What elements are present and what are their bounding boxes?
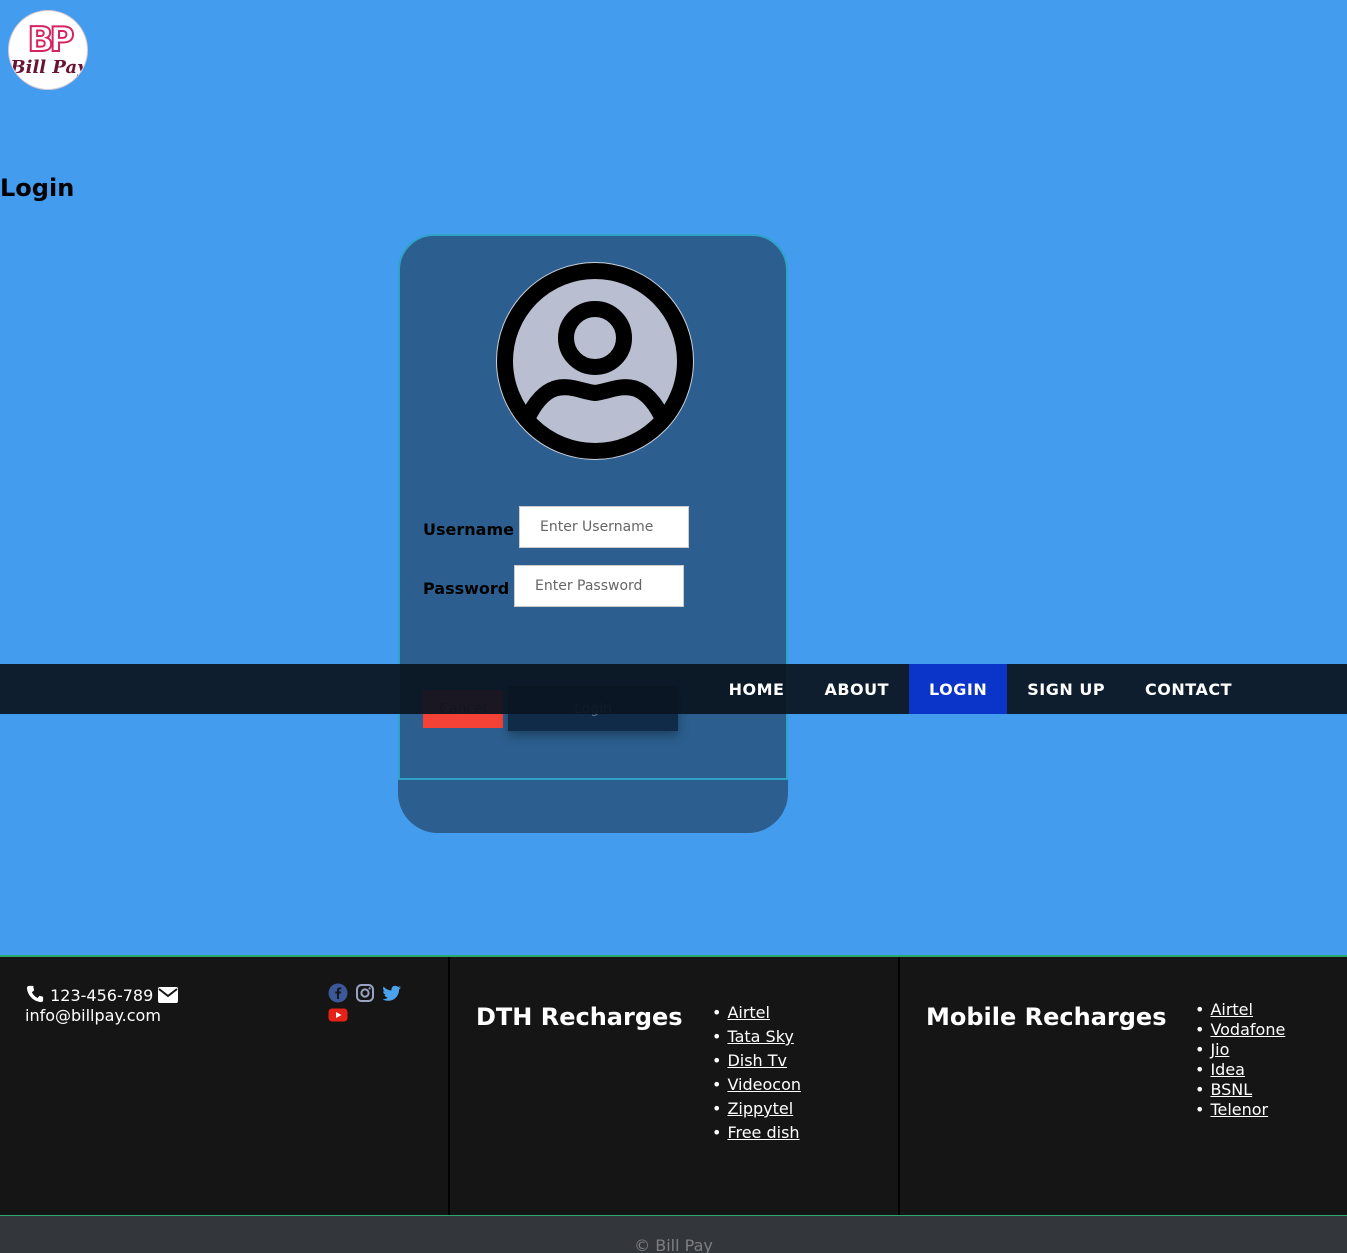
footer-dth-column: DTH Recharges Airtel Tata Sky Dish Tv Vi…	[450, 957, 900, 1215]
dth-link-tata-sky[interactable]: Tata Sky	[727, 1027, 793, 1046]
password-input[interactable]	[514, 565, 684, 607]
youtube-icon[interactable]	[328, 1005, 348, 1025]
social-links	[328, 983, 408, 1025]
nav-contact[interactable]: CONTACT	[1125, 664, 1252, 714]
footer-contact-column: 123-456-789 info@billpay.com	[0, 957, 450, 1215]
svg-text:BP: BP	[28, 20, 74, 60]
dth-link-dish-tv[interactable]: Dish Tv	[727, 1051, 787, 1070]
list-item: Airtel	[1195, 1000, 1285, 1020]
list-item: Zippytel	[712, 1097, 801, 1121]
password-label: Password	[423, 579, 510, 598]
list-item: Jio	[1195, 1040, 1285, 1060]
main-navbar: HOME ABOUT LOGIN SIGN UP CONTACT	[0, 664, 1347, 714]
contact-info: 123-456-789 info@billpay.com	[25, 985, 225, 1026]
facebook-icon[interactable]	[328, 983, 348, 1003]
phone-number: 123-456-789	[50, 986, 154, 1005]
list-item: Dish Tv	[712, 1049, 801, 1073]
mobile-links: Airtel Vodafone Jio Idea BSNL Telenor	[1195, 1000, 1285, 1120]
instagram-icon[interactable]	[355, 983, 375, 1003]
login-card-footer	[398, 780, 788, 833]
page-title: Login	[0, 174, 75, 202]
dth-link-videocon[interactable]: Videocon	[727, 1075, 801, 1094]
mobile-link-vodafone[interactable]: Vodafone	[1210, 1020, 1285, 1039]
username-label: Username	[423, 520, 514, 539]
list-item: Vodafone	[1195, 1020, 1285, 1040]
user-avatar-icon	[495, 261, 695, 461]
nav-sign-up[interactable]: SIGN UP	[1007, 664, 1125, 714]
footer: 123-456-789 info@billpay.com DTH Recharg…	[0, 955, 1347, 1215]
list-item: Tata Sky	[712, 1025, 801, 1049]
nav-home[interactable]: HOME	[709, 664, 805, 714]
email-address: info@billpay.com	[25, 1006, 161, 1025]
mobile-heading: Mobile Recharges	[926, 1003, 1167, 1031]
mobile-link-airtel[interactable]: Airtel	[1210, 1000, 1253, 1019]
mobile-link-telenor[interactable]: Telenor	[1210, 1100, 1268, 1119]
copyright: © Bill Pay	[0, 1215, 1347, 1253]
mobile-link-jio[interactable]: Jio	[1210, 1040, 1229, 1059]
list-item: Airtel	[712, 1001, 801, 1025]
username-input[interactable]	[519, 506, 689, 548]
dth-links: Airtel Tata Sky Dish Tv Videocon Zippyte…	[712, 1001, 801, 1145]
dth-link-zippytel[interactable]: Zippytel	[727, 1099, 793, 1118]
phone-icon	[25, 985, 50, 1005]
twitter-icon[interactable]	[382, 983, 402, 1003]
email-icon	[158, 986, 179, 1005]
mobile-link-idea[interactable]: Idea	[1210, 1060, 1245, 1079]
footer-mobile-column: Mobile Recharges Airtel Vodafone Jio Ide…	[900, 957, 1347, 1215]
dth-heading: DTH Recharges	[476, 1003, 683, 1031]
bill-pay-logo[interactable]: BP Bill Pay	[8, 10, 88, 90]
nav-about[interactable]: ABOUT	[804, 664, 909, 714]
list-item: Idea	[1195, 1060, 1285, 1080]
svg-text:Bill Pay: Bill Pay	[9, 57, 88, 78]
list-item: Free dish	[712, 1121, 801, 1145]
dth-link-airtel[interactable]: Airtel	[727, 1003, 770, 1022]
mobile-link-bsnl[interactable]: BSNL	[1210, 1080, 1252, 1099]
list-item: BSNL	[1195, 1080, 1285, 1100]
list-item: Telenor	[1195, 1100, 1285, 1120]
list-item: Videocon	[712, 1073, 801, 1097]
nav-login[interactable]: LOGIN	[909, 664, 1008, 714]
dth-link-free-dish[interactable]: Free dish	[727, 1123, 799, 1142]
